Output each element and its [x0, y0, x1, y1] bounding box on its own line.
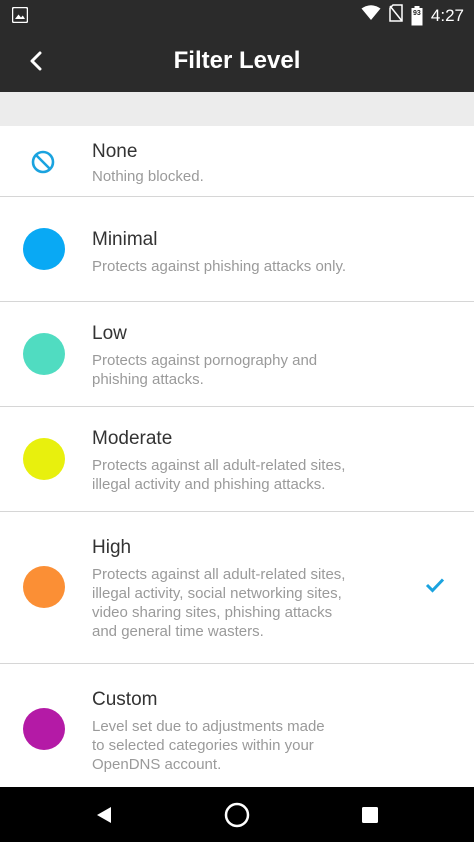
filter-option-description: Protects against pornography and phishin… — [92, 352, 318, 388]
page-title: Filter Level — [173, 47, 301, 74]
home-circle-icon — [224, 802, 250, 828]
battery-icon: 93 — [411, 5, 423, 26]
orange-dot-icon — [23, 566, 65, 608]
status-bar: 93 4:27 — [0, 0, 474, 30]
checkmark-icon — [425, 577, 445, 598]
filter-option-title: None — [92, 141, 138, 162]
wifi-icon — [361, 5, 381, 26]
yellow-dot-icon — [23, 438, 65, 480]
filter-option-custom[interactable]: Custom Level set due to adjustments made… — [0, 664, 474, 787]
filter-option-description: Protects against all adult-related sites… — [92, 566, 346, 640]
filter-option-title: Low — [92, 323, 127, 344]
recents-square-icon — [362, 807, 378, 823]
status-icons: 93 4:27 — [361, 4, 464, 27]
filter-option-title: Custom — [92, 689, 158, 710]
nav-home-button[interactable] — [221, 799, 253, 831]
filter-option-minimal[interactable]: Minimal Protects against phishing attack… — [0, 197, 474, 302]
filter-option-description: Nothing blocked. — [92, 168, 204, 185]
filter-option-none[interactable]: None Nothing blocked. — [0, 126, 474, 197]
no-sim-icon — [389, 4, 403, 27]
filter-option-title: Moderate — [92, 428, 173, 449]
filter-option-moderate[interactable]: Moderate Protects against all adult-rela… — [0, 407, 474, 512]
app-bar: Filter Level — [0, 30, 474, 92]
filter-option-high[interactable]: High Protects against all adult-related … — [0, 512, 474, 664]
nav-back-button[interactable] — [88, 799, 120, 831]
filter-option-title: Minimal — [92, 229, 158, 250]
header-spacer — [0, 92, 474, 127]
filter-option-low[interactable]: Low Protects against pornography and phi… — [0, 302, 474, 407]
filter-option-description: Level set due to adjustments made to sel… — [92, 718, 325, 773]
image-icon — [11, 6, 29, 28]
filter-option-title: High — [92, 537, 132, 558]
filter-option-description: Protects against all adult-related sites… — [92, 457, 346, 493]
nav-recents-button[interactable] — [354, 799, 386, 831]
navigation-bar — [0, 787, 474, 842]
status-time: 4:27 — [430, 5, 464, 25]
blue-dot-icon — [23, 228, 65, 270]
battery-level: 93 — [413, 9, 421, 17]
filter-option-description: Protects against phishing attacks only. — [92, 258, 347, 275]
teal-dot-icon — [23, 333, 65, 375]
purple-dot-icon — [23, 708, 65, 750]
back-triangle-icon — [97, 807, 111, 823]
filter-level-list: None Nothing blocked. Minimal Protects a… — [0, 126, 474, 787]
block-icon — [31, 150, 55, 179]
